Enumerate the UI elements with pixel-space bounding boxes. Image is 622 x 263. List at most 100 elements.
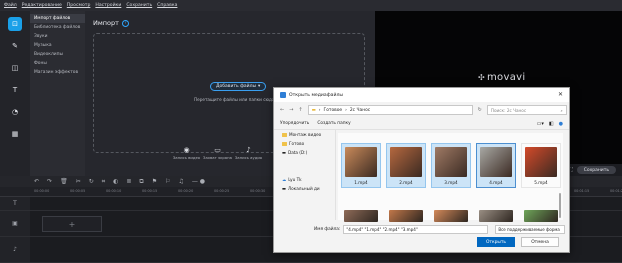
up-icon[interactable]: ↑ xyxy=(298,107,302,113)
nav-label: Lyu Tk xyxy=(288,177,302,182)
add-clip-placeholder[interactable]: + xyxy=(42,216,102,232)
video-thumbnail[interactable] xyxy=(479,210,513,222)
audio-icon[interactable]: ♫ xyxy=(179,178,184,185)
open-button[interactable]: Открыть xyxy=(477,237,515,247)
video-thumbnail xyxy=(435,147,467,177)
titles-icon[interactable]: T xyxy=(8,83,22,97)
forward-icon[interactable]: → xyxy=(289,107,293,113)
add-files-button[interactable]: Добавить файлы ▾ xyxy=(210,82,267,91)
menu-view[interactable]: Просмотр xyxy=(67,3,91,8)
filters-icon[interactable]: ◫ xyxy=(8,61,22,75)
nav-label: Готово xyxy=(289,141,305,146)
delete-icon[interactable]: 🗑 xyxy=(60,178,68,185)
more-icon[interactable]: ▦ xyxy=(8,127,22,141)
menu-settings[interactable]: Настройки xyxy=(95,3,121,8)
save-button[interactable]: Сохранить xyxy=(576,166,616,174)
zoom-slider[interactable]: — ● xyxy=(192,178,205,185)
marker-icon[interactable]: ⚐ xyxy=(165,178,170,185)
color-icon[interactable]: ◐ xyxy=(113,178,118,185)
track-header-video: ▣ xyxy=(0,211,30,236)
magic-wand-icon[interactable]: ✎ xyxy=(8,39,22,53)
view-options-icon[interactable]: ▭▾ xyxy=(537,121,544,127)
address-bar: ← → ↑ ▬ › Готовое › 2с Чанос ↻ Поиск: 2с… xyxy=(274,102,569,118)
flag-icon[interactable]: ⚑ xyxy=(152,178,157,185)
rotate-icon[interactable]: ↻ xyxy=(89,178,94,185)
breadcrumb-item[interactable]: 2с Чанос xyxy=(350,108,370,113)
import-icon[interactable]: ⊡ xyxy=(8,17,22,31)
record-video-button[interactable]: ◉ Запись видео xyxy=(171,146,202,176)
crop-icon[interactable]: ⌗ xyxy=(102,178,105,186)
dialog-buttons: Открыть Отмена xyxy=(477,237,559,247)
video-thumbnail[interactable] xyxy=(434,210,468,222)
file-item[interactable]: 4.mp4 xyxy=(476,143,516,188)
sidebar-item-effects-store[interactable]: Магазин эффектов xyxy=(30,68,85,77)
sidebar-item-library[interactable]: Библиотека файлов xyxy=(30,23,85,32)
record-audio-label: Запись аудио xyxy=(234,155,263,160)
sidebar-item-music[interactable]: Музыка xyxy=(30,41,85,50)
ruler-tick-label: 00:01:15 xyxy=(574,189,590,193)
help-icon[interactable]: ? xyxy=(121,19,129,27)
screen-capture-button[interactable]: ▭ Захват экрана xyxy=(202,146,233,176)
organize-button[interactable]: Упорядочить xyxy=(280,121,309,126)
refresh-icon[interactable]: ↻ xyxy=(478,107,482,113)
tool-strip: ⊡ ✎ ◫ T ◔ ▦ xyxy=(0,11,30,176)
movavi-logo: ✣ movavi xyxy=(478,72,525,83)
sidebar-item-import-files[interactable]: Импорт файлов xyxy=(30,14,85,23)
new-folder-button[interactable]: Создать папку xyxy=(317,121,350,126)
cut-icon[interactable]: ✂ xyxy=(76,178,81,185)
nav-item-local-disk[interactable]: ▬ Локальный ди xyxy=(274,184,335,193)
track-header-titles: T xyxy=(0,197,30,210)
clip-properties-icon[interactable]: ⧉ xyxy=(139,178,143,186)
add-files-label: Добавить файлы xyxy=(216,84,257,89)
ruler-tick-label: 00:00:20 xyxy=(178,189,194,193)
ruler-tick-label: 00:00:15 xyxy=(142,189,158,193)
undo-icon[interactable]: ↶ xyxy=(34,178,39,185)
cancel-button[interactable]: Отмена xyxy=(521,237,559,247)
video-thumbnail[interactable] xyxy=(524,210,558,222)
nav-item-montage[interactable]: Монтаж видео xyxy=(274,130,335,139)
dialog-titlebar: Открыть медиафайлы xyxy=(274,88,569,102)
back-icon[interactable]: ← xyxy=(280,107,284,113)
help-icon[interactable]: ● xyxy=(559,121,563,127)
close-icon[interactable]: ✕ xyxy=(558,91,563,98)
scrollbar[interactable] xyxy=(559,193,561,218)
record-audio-button[interactable]: ♪ Запись аудио xyxy=(233,146,264,176)
menu-edit[interactable]: Редактирование xyxy=(22,3,62,8)
ruler-tick-label: 00:01:20 xyxy=(610,189,622,193)
menu-save[interactable]: Сохранить xyxy=(126,3,152,8)
app-icon xyxy=(280,92,286,98)
sidebar-item-backgrounds[interactable]: Фоны xyxy=(30,59,85,68)
breadcrumb-item[interactable]: Готовое xyxy=(324,108,343,113)
file-item[interactable]: 3.mp4 xyxy=(431,143,471,188)
sidebar-item-sounds[interactable]: Звуки xyxy=(30,32,85,41)
menu-help[interactable]: Справка xyxy=(157,3,177,8)
redo-icon[interactable]: ↷ xyxy=(47,178,52,185)
preview-pane-icon[interactable]: ◧ xyxy=(549,121,554,127)
nav-item-data-drive[interactable]: ▬ Data (D:) xyxy=(274,148,335,157)
file-type-select[interactable]: Все поддерживаемые форма xyxy=(495,225,566,234)
nav-label: Монтаж видео xyxy=(289,132,322,137)
search-icon: ⌕ xyxy=(560,107,563,113)
page-title: Импорт xyxy=(93,19,119,27)
list-icon[interactable]: ≣ xyxy=(126,178,131,185)
nav-item-cloud[interactable]: ☁ Lyu Tk xyxy=(274,175,335,184)
video-thumbnail[interactable] xyxy=(389,210,423,222)
video-thumbnail xyxy=(345,147,377,177)
screen-capture-icon: ▭ xyxy=(214,146,221,154)
file-item[interactable]: 2.mp4 xyxy=(386,143,426,188)
filename-label: Имя файла: xyxy=(314,227,341,232)
file-name: 4.mp4 xyxy=(489,180,503,185)
transitions-icon[interactable]: ◔ xyxy=(8,105,22,119)
search-input[interactable]: Поиск: 2с Чанос ⌕ xyxy=(486,105,567,115)
menu-file[interactable]: Файл xyxy=(4,3,17,8)
file-item[interactable]: 5.mp4 xyxy=(521,143,561,188)
menu-bar: Файл Редактирование Просмотр Настройки С… xyxy=(0,0,622,11)
video-thumbnail[interactable] xyxy=(344,210,378,222)
filename-input[interactable]: "4.mp4" "1.mp4" "2.mp4" "3.mp4" xyxy=(343,225,489,234)
path-box[interactable]: ▬ › Готовое › 2с Чанос xyxy=(307,105,473,115)
file-item[interactable]: 1.mp4 xyxy=(341,143,381,188)
sidebar-item-videoclips[interactable]: Видеоклипы xyxy=(30,50,85,59)
nav-item-ready[interactable]: Готово xyxy=(274,139,335,148)
video-thumbnail xyxy=(480,147,512,177)
breadcrumb-sep-icon: › xyxy=(345,107,347,113)
